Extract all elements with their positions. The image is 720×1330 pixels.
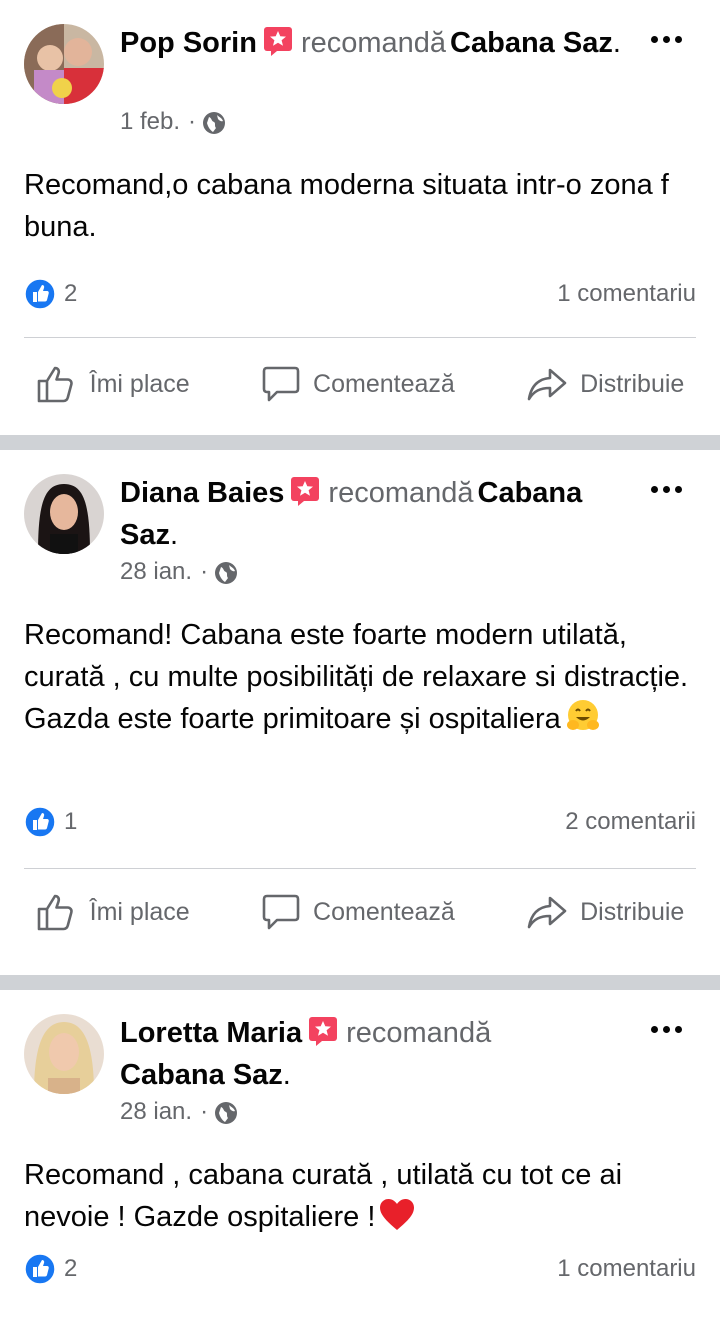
avatar[interactable] [24, 24, 104, 104]
recommend-badge-icon [263, 26, 293, 66]
page-name[interactable]: Cabana Saz [450, 27, 613, 59]
divider [24, 868, 696, 869]
comment-icon [262, 366, 300, 402]
globe-icon [214, 1100, 238, 1124]
thumbs-up-icon [37, 366, 73, 403]
thumbs-up-icon [37, 894, 73, 931]
like-count: 1 [64, 808, 78, 835]
like-reaction-icon [24, 1253, 56, 1285]
like-reaction-icon [24, 278, 56, 310]
comment-button[interactable]: Comentează [245, 356, 471, 412]
post-header: Loretta Maria recomandă Cabana Saz. [120, 1016, 492, 1091]
globe-icon [214, 560, 238, 584]
post-date[interactable]: 28 ian. [120, 1094, 192, 1130]
post-date[interactable]: 28 ian. [120, 554, 192, 590]
recommend-badge-icon [290, 476, 320, 516]
share-button[interactable]: Distribuie [510, 356, 700, 412]
recommend-verb: recomandă [346, 1017, 492, 1049]
comment-label: Comentează [313, 897, 455, 926]
red-heart-emoji [379, 1198, 415, 1244]
post-stats: 1 2 comentarii [24, 802, 696, 842]
like-count: 2 [64, 1255, 78, 1282]
page-name[interactable]: Cabana Saz [120, 1059, 283, 1091]
post-header: Diana Baies recomandă Cabana Saz. [120, 476, 583, 551]
comment-label: Comentează [313, 369, 455, 398]
post-stats: 2 1 comentariu [24, 1249, 696, 1289]
like-reaction-icon [24, 806, 56, 838]
reactions[interactable]: 1 [24, 806, 77, 838]
author-name[interactable]: Pop Sorin [120, 27, 257, 59]
share-button[interactable]: Distribuie [510, 884, 700, 940]
more-options-icon[interactable] [649, 480, 684, 499]
recommend-badge-icon [308, 1016, 338, 1056]
post-text: Recomand! Cabana este foarte modern util… [24, 614, 696, 746]
post-meta: 28 ian. · [120, 1094, 238, 1130]
hugging-face-emoji [565, 698, 601, 746]
like-label: Îmi place [89, 369, 190, 398]
author-name[interactable]: Diana Baies [120, 477, 284, 509]
like-button[interactable]: Îmi place [20, 884, 206, 940]
share-icon [527, 896, 567, 929]
post-header: Pop Sorin recomandă Cabana Saz. [120, 24, 630, 66]
comment-count[interactable]: 1 comentariu [557, 280, 696, 308]
comment-count[interactable]: 2 comentarii [565, 808, 696, 836]
recommend-verb: recomandă [300, 27, 447, 59]
divider [24, 337, 696, 338]
share-label: Distribuie [580, 897, 685, 926]
post-separator [0, 975, 720, 990]
post-meta: 1 feb. · [120, 104, 226, 140]
like-label: Îmi place [89, 897, 190, 926]
post: Diana Baies recomandă Cabana Saz. 28 ian. … [0, 450, 720, 975]
post-separator [0, 435, 720, 450]
post-text: Recomand,o cabana moderna situata intr-o… [24, 169, 669, 243]
avatar[interactable] [24, 1014, 104, 1094]
post-meta: 28 ian. · [120, 554, 238, 590]
comment-button[interactable]: Comentează [245, 884, 471, 940]
post-text-content: Recomand , cabana curată , utilată cu to… [24, 1159, 623, 1233]
comment-icon [262, 894, 300, 930]
like-button[interactable]: Îmi place [20, 356, 206, 412]
action-bar: Îmi place Comentează Distribuie [0, 882, 720, 942]
share-label: Distribuie [580, 369, 685, 398]
share-icon [527, 368, 567, 401]
comment-count[interactable]: 1 comentariu [557, 1255, 696, 1283]
action-bar: Îmi place Comentează Distribuie [0, 354, 720, 414]
post-stats: 2 1 comentariu [24, 274, 696, 314]
post-date[interactable]: 1 feb. [120, 104, 180, 140]
like-count: 2 [64, 280, 78, 307]
post-text: Recomand , cabana curată , utilată cu to… [24, 1154, 696, 1244]
author-name[interactable]: Loretta Maria [120, 1017, 302, 1049]
more-options-icon[interactable] [649, 30, 684, 49]
avatar[interactable] [24, 474, 104, 554]
post: Loretta Maria recomandă Cabana Saz. 28 ian… [0, 990, 720, 1330]
globe-icon [202, 110, 226, 134]
more-options-icon[interactable] [649, 1020, 684, 1039]
reactions[interactable]: 2 [24, 278, 77, 310]
recommend-verb: recomandă [328, 477, 474, 509]
reactions[interactable]: 2 [24, 1253, 77, 1285]
post: Pop Sorin recomandă Cabana Saz. 1 feb. · R… [0, 0, 720, 435]
